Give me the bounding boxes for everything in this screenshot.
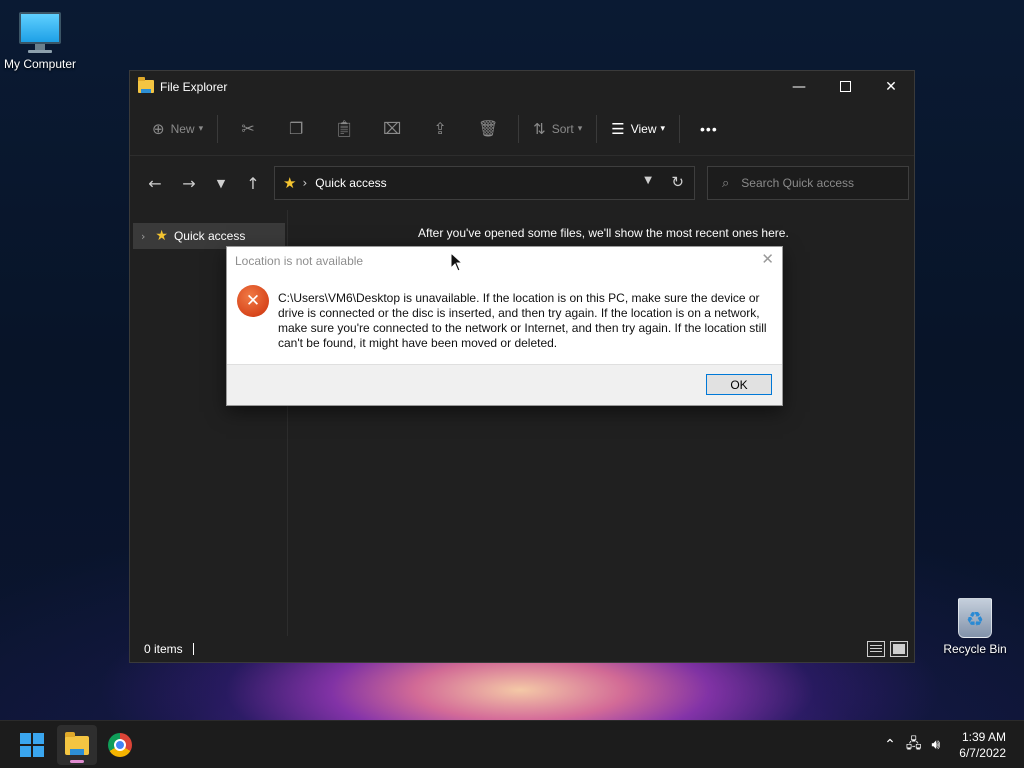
window-controls: — ✕ [776,71,914,102]
star-icon: ★ [155,228,168,244]
search-placeholder: Search Quick access [741,176,854,190]
start-button[interactable] [12,725,52,765]
separator [217,114,219,143]
view-list-icon: ☰ [611,119,625,138]
error-icon: ✕ [237,285,269,317]
clock-date: 6/7/2022 [959,746,1006,760]
details-view-icon[interactable] [867,641,885,657]
delete-button[interactable]: 🗑︎ [464,113,512,145]
chevron-down-icon: ▾ [577,123,583,134]
view-label: View [630,121,657,136]
command-bar: ⊕ New ▾ ✂ ❐ 📋︎ ⌧ ⇪ 🗑︎ ⇅ Sort ▾ ☰ View ▾ … [130,102,914,156]
trash-icon: 🗑︎ [477,119,499,138]
more-options-button[interactable]: ••• [686,113,732,145]
taskbar: ⌃ 🖧︎ 🔊︎ 1:39 AM 6/7/2022 [0,720,1024,768]
status-bar: 0 items [130,636,914,662]
network-icon[interactable]: 🖧︎ [906,733,922,757]
system-tray: ⌃ 🖧︎ 🔊︎ 1:39 AM 6/7/2022 [879,721,1024,768]
chevron-right-icon: › [302,176,308,190]
desktop-icon-label: Recycle Bin [943,642,1007,656]
chevron-right-icon[interactable]: › [141,230,145,243]
folder-icon [138,77,154,93]
file-explorer-icon [65,731,89,755]
empty-folder-message: After you've opened some files, we'll sh… [418,226,789,240]
title-bar[interactable]: File Explorer — ✕ [130,71,914,102]
desktop-icon-label: My Computer [3,57,77,71]
plus-circle-icon: ⊕ [152,119,165,138]
up-button[interactable]: ↑ [236,168,270,198]
monitor-icon [0,12,80,53]
desktop-icon-recycle-bin[interactable]: ♻ Recycle Bin [935,598,1015,656]
address-bar[interactable]: ★ › Quick access ▼ ↻ [274,166,695,200]
copy-button[interactable]: ❐ [272,113,320,145]
close-icon: ✕ [761,250,774,268]
error-dialog: Location is not available ✕ ✕ C:\Users\V… [226,246,783,406]
volume-icon[interactable]: 🔊︎ [931,737,940,753]
rename-button[interactable]: ⌧ [368,113,416,145]
dialog-close-button[interactable]: ✕ [761,250,774,268]
status-separator [192,643,194,655]
start-icon [20,733,44,757]
search-icon: ⌕ [722,175,730,191]
maximize-button[interactable] [822,71,868,102]
share-icon: ⇪ [433,119,447,138]
cut-icon: ✂ [241,119,255,138]
sort-label: Sort [551,121,574,136]
chevron-down-icon: ▾ [198,123,204,134]
arrow-up-icon: ↑ [246,173,260,193]
paste-icon: 📋︎ [333,119,355,138]
chevron-down-icon: ▼ [216,176,226,190]
recent-locations-button[interactable]: ▼ [206,168,236,198]
close-icon: ✕ [885,78,897,95]
address-dropdown-icon[interactable]: ▼ [644,175,652,186]
ok-button[interactable]: OK [706,374,772,395]
dialog-title: Location is not available [235,254,364,268]
forward-button[interactable]: → [172,168,206,198]
separator [679,114,681,143]
separator [518,114,520,143]
nav-item-label: Quick access [173,229,246,243]
desktop-icon-my-computer[interactable]: My Computer [0,12,80,71]
arrow-left-icon: ← [148,173,162,193]
star-icon: ★ [283,174,297,192]
taskbar-file-explorer[interactable] [57,725,97,765]
arrow-right-icon: → [182,173,196,193]
paste-button[interactable]: 📋︎ [320,113,368,145]
clock[interactable]: 1:39 AM 6/7/2022 [959,729,1006,761]
copy-icon: ❐ [288,119,304,138]
chevron-up-icon[interactable]: ⌃ [884,737,896,753]
sort-button[interactable]: ⇅ Sort ▾ [525,113,590,145]
more-icon: ••• [700,120,718,137]
back-button[interactable]: ← [138,168,172,198]
large-icons-view-icon[interactable] [890,641,908,657]
new-button[interactable]: ⊕ New ▾ [144,113,211,145]
chrome-icon [108,733,132,757]
view-toggles [862,641,908,657]
maximize-icon [839,81,851,92]
taskbar-chrome[interactable] [100,725,140,765]
minimize-button[interactable]: — [776,71,822,102]
clock-time: 1:39 AM [961,730,1006,744]
recycle-bin-icon: ♻ [958,598,992,638]
rename-icon: ⌧ [382,119,402,138]
sort-icon: ⇅ [533,119,546,138]
refresh-icon[interactable]: ↻ [671,173,684,191]
item-count: 0 items [144,642,183,656]
active-indicator [70,760,84,763]
search-input[interactable]: ⌕ Search Quick access [707,166,909,200]
window-title: File Explorer [160,79,228,94]
separator [596,114,598,143]
address-row: ← → ▼ ↑ ★ › Quick access ▼ ↻ ⌕ Search Qu… [130,156,914,210]
dialog-message: C:\Users\VM6\Desktop is unavailable. If … [278,291,767,350]
minimize-icon: — [792,78,806,95]
cut-button[interactable]: ✂ [224,113,272,145]
share-button[interactable]: ⇪ [416,113,464,145]
view-button[interactable]: ☰ View ▾ [603,113,673,145]
new-label: New [170,121,195,136]
dialog-footer: OK [227,364,782,405]
chevron-down-icon: ▾ [660,123,666,134]
close-button[interactable]: ✕ [868,71,914,102]
breadcrumb-quick-access[interactable]: Quick access [315,176,386,190]
